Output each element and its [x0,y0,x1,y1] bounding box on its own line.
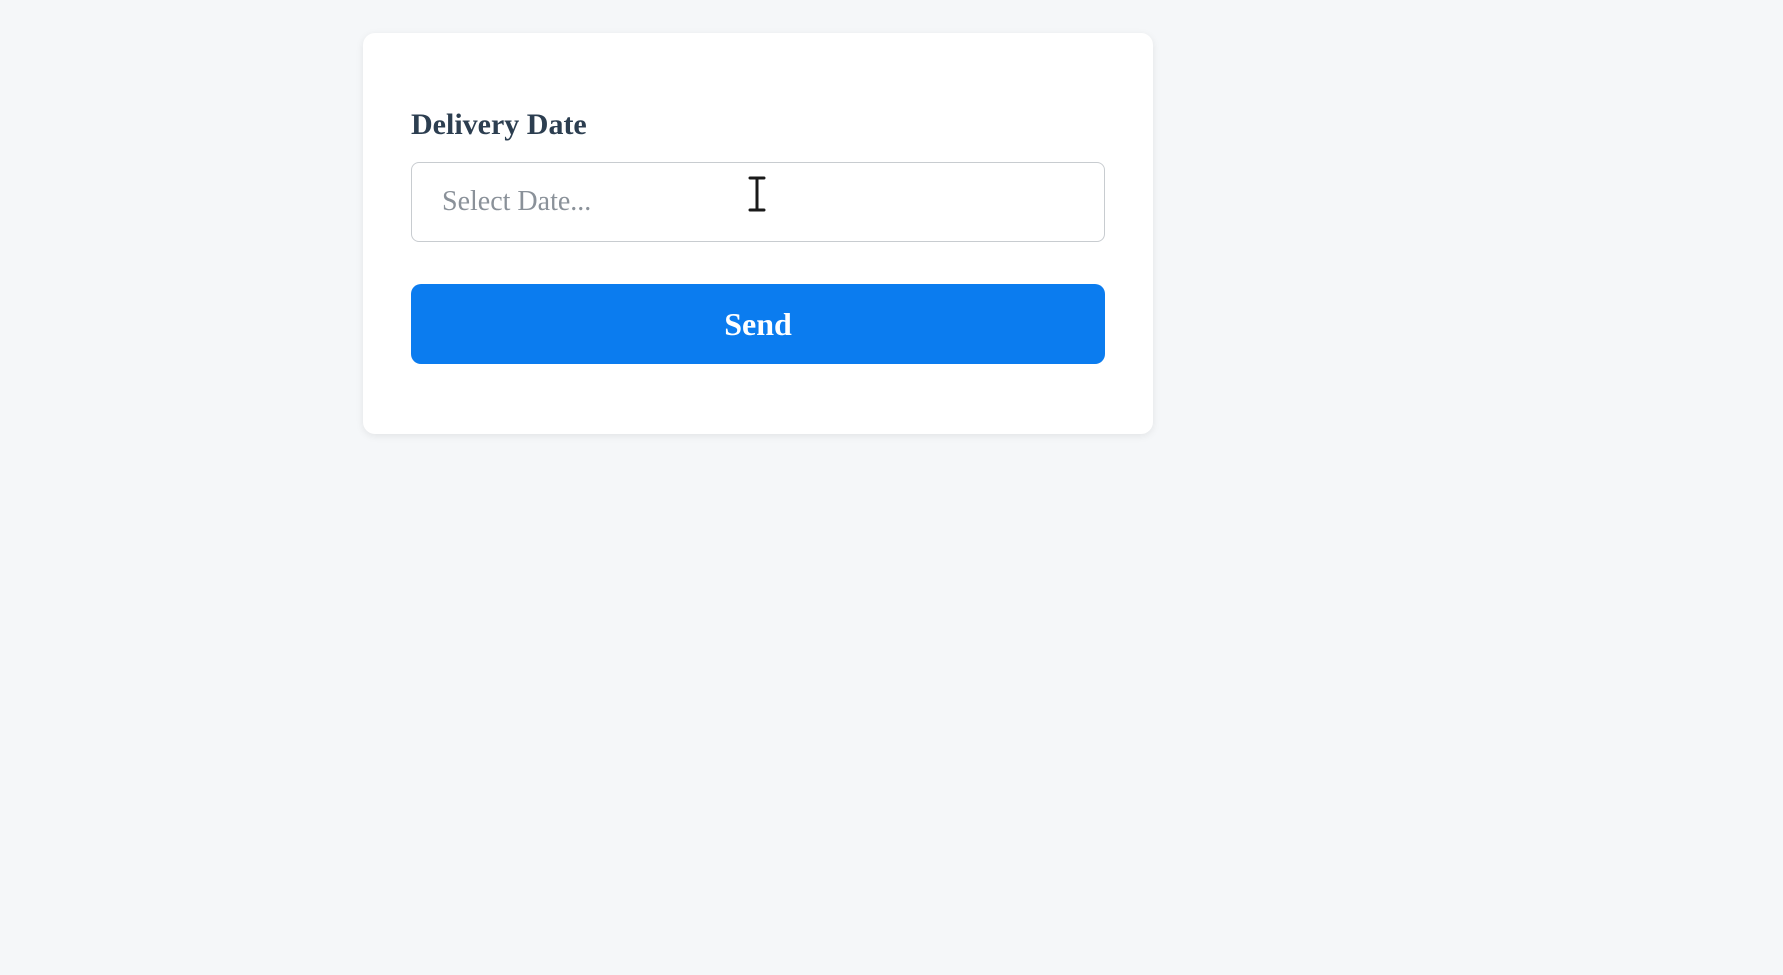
delivery-date-label: Delivery Date [411,108,1105,142]
delivery-date-input[interactable] [411,162,1105,242]
send-button[interactable]: Send [411,284,1105,364]
delivery-form-card: Delivery Date Send [363,33,1153,434]
